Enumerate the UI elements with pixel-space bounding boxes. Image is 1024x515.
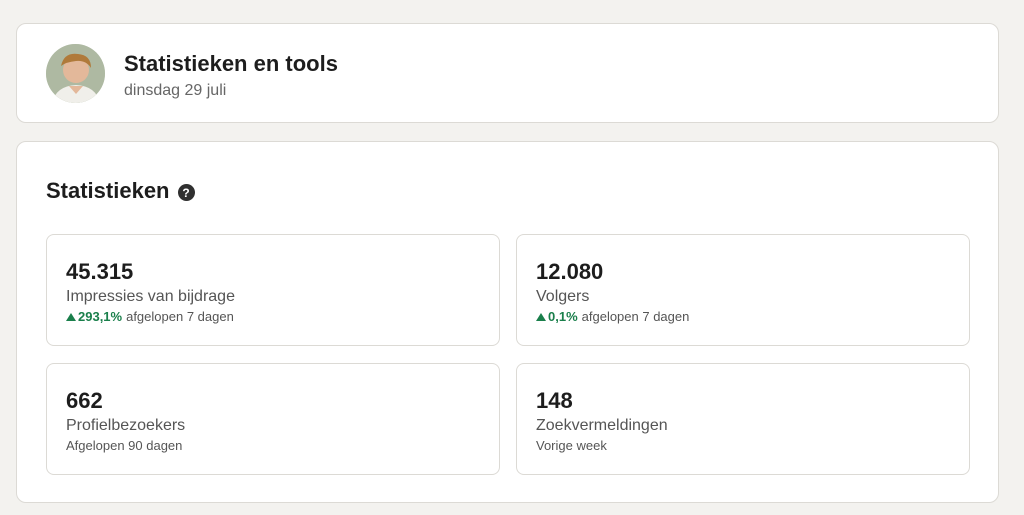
stat-label: Impressies van bijdrage (66, 288, 235, 305)
stat-value: 45.315 (66, 259, 134, 284)
stat-value: 12.080 (536, 259, 604, 284)
page-title: Statistieken en tools (124, 51, 338, 76)
arrow-up-icon (536, 312, 546, 321)
stat-value: 662 (66, 388, 103, 413)
trend-value: 0,1% (548, 309, 578, 324)
stat-label: Zoekvermeldingen (536, 417, 668, 434)
stat-tile-followers[interactable]: 12.080 Volgers 0,1% afgelopen 7 dagen (516, 234, 970, 346)
stat-label: Profielbezoekers (66, 417, 186, 434)
section-title: Statistieken ? (46, 178, 195, 204)
stat-tile-impressions[interactable]: 45.315 Impressies van bijdrage 293,1% af… (46, 234, 500, 346)
trend-value: 293,1% (78, 309, 123, 324)
stat-period: Afgelopen 90 dagen (66, 438, 182, 453)
stat-period: Vorige week (536, 438, 607, 453)
period-text: Vorige week (536, 438, 607, 453)
stat-value: 148 (536, 388, 573, 413)
statistics-card: Statistieken ? 45.315 Impressies van bij… (16, 141, 999, 503)
stat-trend: 293,1% afgelopen 7 dagen (66, 309, 234, 324)
stat-tile-profile-visitors[interactable]: 662 Profielbezoekers Afgelopen 90 dagen (46, 363, 500, 475)
stat-label: Volgers (536, 288, 590, 305)
avatar-photo (46, 44, 105, 103)
section-title-text: Statistieken (46, 178, 170, 203)
question-circle-icon[interactable]: ? (177, 184, 195, 201)
profile-header-card: Statistieken en tools dinsdag 29 juli (16, 23, 999, 123)
stat-tile-search-appearances[interactable]: 148 Zoekvermeldingen Vorige week (516, 363, 970, 475)
arrow-up-icon (66, 312, 76, 321)
period-text: Afgelopen 90 dagen (66, 438, 183, 453)
trend-period: afgelopen 7 dagen (581, 309, 690, 324)
trend-period: afgelopen 7 dagen (126, 309, 234, 324)
avatar[interactable] (46, 44, 105, 103)
stat-trend: 0,1% afgelopen 7 dagen (536, 309, 689, 324)
page-date: dinsdag 29 juli (124, 82, 227, 99)
